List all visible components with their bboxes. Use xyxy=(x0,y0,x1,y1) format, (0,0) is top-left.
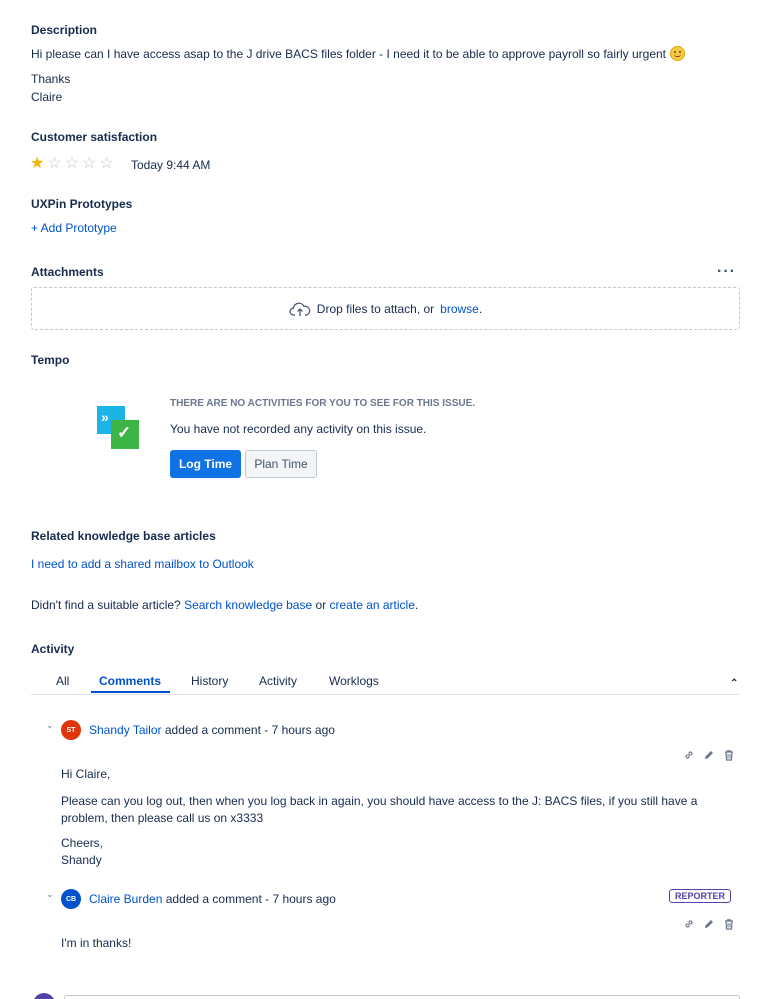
comment-line: I'm in thanks! xyxy=(61,936,132,950)
edit-icon[interactable] xyxy=(703,918,715,930)
comment-meta: added a comment - 7 hours ago xyxy=(165,892,336,906)
avatar[interactable]: ST xyxy=(61,720,81,740)
chevron-down-icon[interactable]: ⌄ xyxy=(46,889,54,900)
active-tab-indicator xyxy=(91,691,170,693)
plan-time-button[interactable]: Plan Time xyxy=(245,450,317,478)
comment-line: Cheers, xyxy=(61,836,104,850)
description-title: Description xyxy=(31,23,98,37)
avatar[interactable]: CB xyxy=(61,889,81,909)
comment-header: Shandy Tailor added a comment - 7 hours … xyxy=(89,723,335,737)
star-icon[interactable]: ☆ xyxy=(47,156,61,172)
tab-activity[interactable]: Activity xyxy=(259,674,297,688)
tempo-heading: THERE ARE NO ACTIVITIES FOR YOU TO SEE F… xyxy=(170,398,476,409)
trash-icon[interactable] xyxy=(723,749,735,761)
link-icon[interactable] xyxy=(683,749,695,761)
comment-input[interactable] xyxy=(64,995,740,999)
attachment-dropzone[interactable]: Drop files to attach, or browse. xyxy=(31,287,740,330)
add-prototype-link[interactable]: + Add Prototype xyxy=(31,221,117,235)
tempo-logo-icon: » ✓ xyxy=(97,406,139,449)
kb-prompt: Didn't find a suitable article? xyxy=(31,598,181,612)
kb-prompt-line: Didn't find a suitable article? Search k… xyxy=(31,598,418,612)
chevron-up-icon[interactable]: ⌃ xyxy=(730,678,738,689)
comment-line: Hi Claire, xyxy=(61,767,111,781)
kb-title: Related knowledge base articles xyxy=(31,529,216,543)
right-sidebar xyxy=(763,0,769,999)
tab-all[interactable]: All xyxy=(56,674,69,688)
satisfaction-timestamp: Today 9:44 AM xyxy=(131,158,211,172)
edit-icon[interactable] xyxy=(703,749,715,761)
browse-suffix: . xyxy=(478,301,483,316)
star-icon[interactable]: ★ xyxy=(30,156,44,172)
link-icon[interactable] xyxy=(683,918,695,930)
create-article-link[interactable]: create an article xyxy=(330,598,415,612)
comment-header: Claire Burden added a comment - 7 hours … xyxy=(89,892,336,906)
tab-worklogs[interactable]: Worklogs xyxy=(329,674,379,688)
tab-divider xyxy=(31,694,740,695)
star-icon[interactable]: ☆ xyxy=(65,156,79,172)
attachments-title: Attachments xyxy=(31,265,104,279)
tab-comments[interactable]: Comments xyxy=(99,674,161,688)
star-icon[interactable]: ☆ xyxy=(82,156,96,172)
browse-link[interactable]: browse xyxy=(440,302,479,316)
description-thanks: Thanks xyxy=(31,72,71,86)
description-text: Hi please can I have access asap to the … xyxy=(31,46,667,61)
search-kb-link[interactable]: Search knowledge base xyxy=(184,598,312,612)
comment-line: Please can you log out, then when you lo… xyxy=(61,794,698,825)
comment-author-link[interactable]: Shandy Tailor xyxy=(89,723,162,737)
avatar xyxy=(33,993,55,999)
comment-meta: added a comment - 7 hours ago xyxy=(164,723,335,737)
rating-stars: ★ ☆ ☆ ☆ ☆ xyxy=(30,156,114,172)
tempo-title: Tempo xyxy=(31,353,70,367)
comment-actions xyxy=(683,749,735,761)
description-body: Hi please can I have access asap to the … xyxy=(31,46,686,61)
trash-icon[interactable] xyxy=(723,918,735,930)
drop-text: Drop files to attach, or xyxy=(316,301,435,316)
comment-line: Shandy xyxy=(61,853,102,867)
more-icon[interactable]: ··· xyxy=(717,263,736,281)
tempo-message: You have not recorded any activity on th… xyxy=(170,422,427,436)
kb-article-link[interactable]: I need to add a shared mailbox to Outloo… xyxy=(31,557,254,571)
satisfaction-title: Customer satisfaction xyxy=(31,130,158,144)
tab-history[interactable]: History xyxy=(191,674,228,688)
emoji-smile-icon xyxy=(670,46,686,61)
comment-author-link[interactable]: Claire Burden xyxy=(89,892,162,906)
kb-or: or xyxy=(315,598,327,612)
log-time-button[interactable]: Log Time xyxy=(170,450,241,478)
description-signature: Claire xyxy=(31,90,63,104)
chevron-down-icon[interactable]: ⌄ xyxy=(46,720,54,731)
comment-actions xyxy=(683,918,735,930)
cloud-upload-icon xyxy=(289,302,311,316)
activity-title: Activity xyxy=(31,642,75,656)
star-icon[interactable]: ☆ xyxy=(99,156,113,172)
kb-period: . xyxy=(414,598,419,612)
reporter-badge: REPORTER xyxy=(669,889,732,903)
uxpin-title: UXPin Prototypes xyxy=(31,197,133,211)
